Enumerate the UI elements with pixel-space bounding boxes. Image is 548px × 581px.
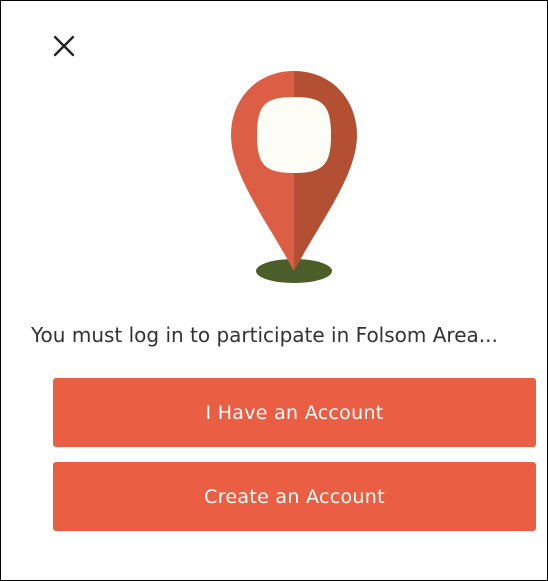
login-required-dialog: You must log in to participate in Folsom… [0,0,548,581]
login-required-message: You must log in to participate in Folsom… [31,323,498,347]
create-account-button[interactable]: Create an Account [53,462,536,531]
location-pin-icon [231,71,357,283]
close-button[interactable] [49,31,79,61]
location-pin-illustration [1,71,547,291]
have-account-button[interactable]: I Have an Account [53,378,536,447]
close-icon [53,35,75,57]
